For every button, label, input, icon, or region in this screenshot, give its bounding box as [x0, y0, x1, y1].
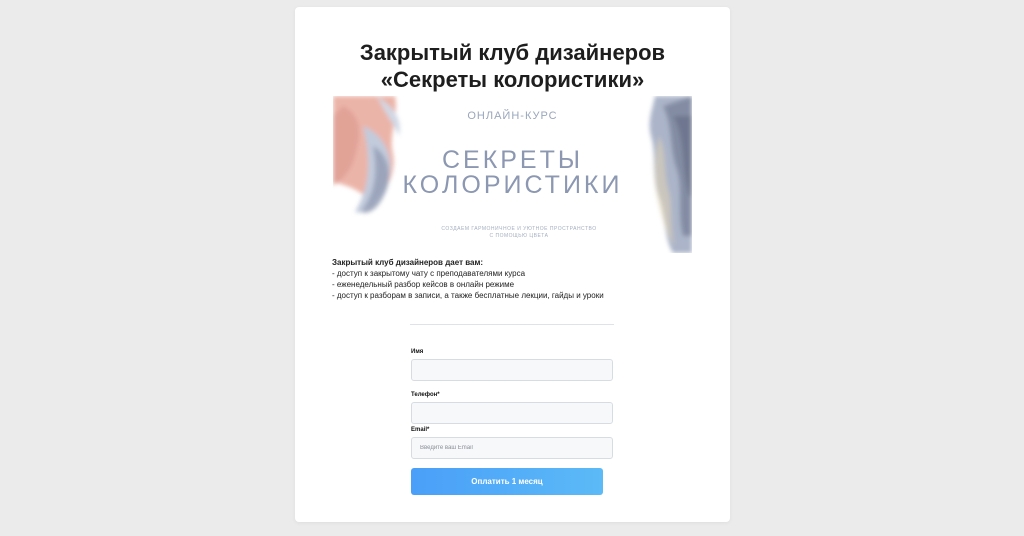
phone-label: Телефон*	[411, 392, 440, 398]
benefits-heading: Закрытый клуб дизайнеров дает вам:	[332, 258, 484, 267]
benefits-list: Закрытый клуб дизайнеров дает вам: - дос…	[332, 257, 702, 301]
email-field[interactable]	[411, 437, 613, 459]
page-title: Закрытый клуб дизайнеров «Секреты колори…	[359, 40, 666, 92]
pay-button[interactable]: Оплатить 1 месяц	[411, 468, 603, 495]
banner-title: СЕКРЕТЫ КОЛОРИСТИКИ	[333, 148, 692, 198]
benefit-item: - еженедельный разбор кейсов в онлайн ре…	[332, 280, 515, 289]
name-label: Имя	[411, 349, 424, 355]
name-field[interactable]	[411, 359, 613, 381]
signup-card: Закрытый клуб дизайнеров «Секреты колори…	[295, 7, 730, 522]
benefit-item: - доступ к разборам в записи, а также бе…	[332, 291, 604, 300]
banner-subtitle: СОЗДАЕМ ГАРМОНИЧНОЕ И УЮТНОЕ ПРОСТРАНСТВ…	[441, 226, 597, 239]
banner-title-line2: КОЛОРИСТИКИ	[402, 171, 623, 199]
email-label: Email*	[411, 427, 430, 433]
course-banner: ОНЛАЙН-КУРС СЕКРЕТЫ КОЛОРИСТИКИ СОЗДАЕМ …	[333, 96, 692, 253]
banner-title-line1: СЕКРЕТЫ	[441, 146, 584, 174]
form-divider	[410, 324, 614, 325]
banner-kicker: ОНЛАЙН-КУРС	[467, 110, 558, 122]
phone-field[interactable]	[411, 402, 613, 424]
benefit-item: - доступ к закрытому чату с преподавател…	[332, 269, 526, 278]
